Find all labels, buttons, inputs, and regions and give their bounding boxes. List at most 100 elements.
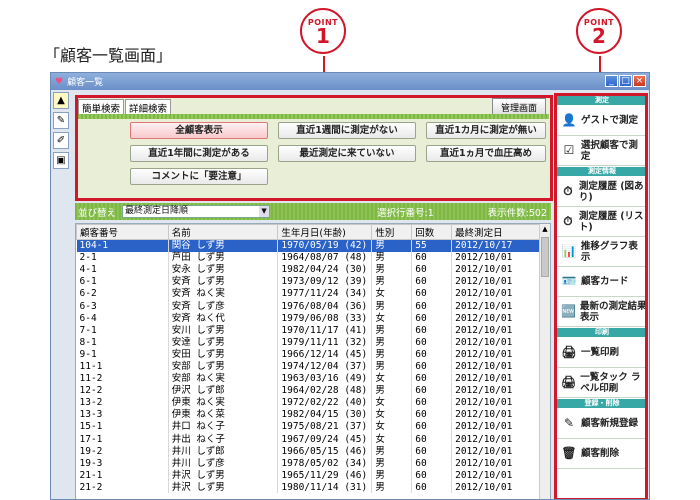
- table-cell: 60: [411, 457, 453, 470]
- table-cell: 安部 ねく実: [168, 372, 279, 385]
- table-cell: 2-1: [76, 251, 169, 264]
- table-cell: 11-2: [76, 372, 169, 385]
- table-row[interactable]: 6-3 安斉 しず彦 1976/08/04 (36) 男 60 2012/10/01: [76, 299, 540, 313]
- table-cell: 2012/10/01: [451, 324, 540, 337]
- table-cell: 60: [411, 263, 453, 276]
- table-cell: 1976/08/04 (36): [277, 299, 373, 313]
- table-cell: 60: [411, 445, 453, 458]
- table-cell: 2012/10/01: [451, 275, 540, 288]
- selected-row-number: 選択行番号:1: [377, 207, 434, 219]
- col-birthdate[interactable]: 生年月日(年齢): [277, 224, 373, 240]
- table-cell: 安田 しず男: [168, 348, 279, 361]
- table-cell: 13-3: [76, 408, 169, 421]
- table-cell: 60: [411, 384, 453, 397]
- col-gender[interactable]: 性別: [371, 224, 413, 240]
- sort-label: 並び替え: [78, 207, 117, 219]
- table-row[interactable]: 11-1 安部 しず男 1974/12/04 (37) 男 60 2012/10/01: [76, 360, 540, 373]
- point-2-marker: POINT 2: [576, 8, 622, 54]
- table-cell: 1974/12/04 (37): [277, 360, 373, 373]
- pen-tool-icon[interactable]: ✎: [53, 112, 69, 129]
- table-cell: 男: [371, 275, 413, 288]
- table-cell: 6-1: [76, 275, 169, 288]
- table-cell: 1963/03/16 (49): [277, 372, 373, 385]
- table-cell: 6-4: [76, 312, 169, 325]
- table-cell: 1982/04/15 (30): [277, 408, 373, 421]
- table-cell: 伊東 ねく実: [168, 396, 279, 409]
- table-cell: 60: [411, 396, 453, 409]
- table-row[interactable]: 8-1 安達 しず男 1979/11/11 (32) 男 60 2012/10/01: [76, 336, 540, 349]
- table-cell: 1977/11/24 (34): [277, 287, 373, 300]
- table-row[interactable]: 12-2 伊沢 しず郎 1964/02/28 (48) 男 60 2012/10/01: [76, 384, 540, 397]
- table-cell: 1982/04/24 (30): [277, 263, 373, 276]
- table-cell: 1964/08/07 (48): [277, 251, 373, 264]
- table-cell: 60: [411, 275, 453, 288]
- window-titlebar[interactable]: ♥ 顧客一覧: [51, 73, 649, 90]
- col-name[interactable]: 名前: [167, 224, 279, 240]
- scroll-thumb[interactable]: [541, 237, 549, 277]
- table-cell: 1965/11/29 (46): [277, 469, 373, 482]
- table-row[interactable]: 104-1 関谷 しず男 1970/05/19 (42) 男 55 2012/10/17: [76, 239, 540, 252]
- table-cell: 女: [371, 433, 413, 446]
- table-cell: 女: [371, 408, 413, 421]
- table-cell: 1966/05/15 (46): [277, 445, 373, 458]
- table-row[interactable]: 13-3 伊東 ねく菜 1982/04/15 (30) 女 60 2012/10/01: [76, 408, 540, 421]
- table-cell: 男: [371, 360, 413, 373]
- table-cell: 60: [411, 287, 453, 300]
- table-cell: 2012/10/01: [451, 433, 540, 446]
- table-cell: 2012/10/01: [451, 348, 540, 361]
- table-cell: 19-2: [76, 445, 169, 458]
- table-cell: 女: [371, 420, 413, 433]
- pointer-tool-icon[interactable]: ▲: [53, 92, 69, 109]
- table-row[interactable]: 6-4 安斉 ねく代 1979/06/08 (33) 女 60 2012/10/01: [76, 312, 540, 325]
- table-row[interactable]: 7-1 安川 しず男 1970/11/17 (41) 男 60 2012/10/01: [76, 324, 540, 337]
- table-cell: 男: [371, 263, 413, 276]
- table-cell: 60: [411, 251, 453, 264]
- col-last-measure[interactable]: 最終測定日: [451, 224, 540, 240]
- table-row[interactable]: 6-1 安斉 しず男 1973/09/12 (39) 男 60 2012/10/01: [76, 275, 540, 288]
- close-button[interactable]: ×: [633, 75, 646, 87]
- table-scrollbar[interactable]: ▲: [539, 224, 550, 499]
- table-row[interactable]: 21-1 井沢 しず男 1965/11/29 (46) 男 60 2012/10/01: [76, 469, 540, 482]
- table-row[interactable]: 4-1 安永 しず男 1982/04/24 (30) 男 60 2012/10/01: [76, 263, 540, 276]
- table-cell: 1973/09/12 (39): [277, 275, 373, 288]
- table-row[interactable]: 6-2 安斉 ねく実 1977/11/24 (34) 女 60 2012/10/01: [76, 287, 540, 300]
- sort-select[interactable]: 最終測定日降順 ▼: [122, 205, 271, 218]
- table-cell: 安斉 ねく実: [168, 287, 279, 300]
- display-count: 表示件数:502: [487, 207, 547, 219]
- table-row[interactable]: 15-1 井口 ねく子 1975/08/21 (37) 女 60 2012/10/01: [76, 420, 540, 433]
- table-cell: 60: [411, 324, 453, 337]
- table-cell: 12-2: [76, 384, 169, 397]
- table-cell: 2012/10/01: [451, 408, 540, 421]
- table-cell: 男: [371, 251, 413, 264]
- table-cell: 2012/10/01: [451, 457, 540, 470]
- table-cell: 女: [371, 287, 413, 300]
- maximize-button[interactable]: □: [619, 75, 632, 87]
- table-row[interactable]: 17-1 井出 ねく子 1967/09/24 (45) 女 60 2012/10/01: [76, 433, 540, 446]
- eraser-tool-icon[interactable]: ▣: [53, 152, 69, 169]
- table-cell: 伊沢 しず郎: [168, 384, 279, 397]
- col-customer-no[interactable]: 顧客番号: [76, 224, 169, 240]
- table-cell: 7-1: [76, 324, 169, 337]
- marker-tool-icon[interactable]: ✐: [53, 132, 69, 149]
- table-cell: 2012/10/01: [451, 420, 540, 433]
- table-cell: 60: [411, 299, 453, 313]
- table-cell: 男: [371, 457, 413, 470]
- col-count[interactable]: 回数: [411, 224, 453, 240]
- table-cell: 60: [411, 408, 453, 421]
- table-cell: 男: [371, 384, 413, 397]
- table-row[interactable]: 9-1 安田 しず男 1966/12/14 (45) 男 60 2012/10/01: [76, 348, 540, 361]
- table-cell: 井出 ねく子: [168, 433, 279, 446]
- table-row[interactable]: 19-2 井川 しず郎 1966/05/15 (46) 男 60 2012/10/01: [76, 445, 540, 458]
- table-row[interactable]: 21-2 井沢 しず男 1980/11/14 (31) 男 60 2012/10/01: [76, 481, 540, 494]
- scroll-up-icon[interactable]: ▲: [540, 224, 550, 235]
- table-cell: 男: [371, 445, 413, 458]
- minimize-button[interactable]: _: [605, 75, 618, 87]
- table-row[interactable]: 11-2 安部 ねく実 1963/03/16 (49) 女 60 2012/10/01: [76, 372, 540, 385]
- table-cell: 21-2: [76, 481, 169, 494]
- table-cell: 安達 しず男: [168, 336, 279, 349]
- table-row[interactable]: 2-1 芦田 しず男 1964/08/07 (48) 男 60 2012/10/01: [76, 251, 540, 264]
- table-row[interactable]: 13-2 伊東 ねく実 1972/02/22 (40) 女 60 2012/10/01: [76, 396, 540, 409]
- table-row[interactable]: 19-3 井川 しず彦 1978/05/02 (34) 男 60 2012/10/01: [76, 457, 540, 470]
- table-cell: 1980/11/14 (31): [277, 481, 373, 494]
- table-cell: 21-1: [76, 469, 169, 482]
